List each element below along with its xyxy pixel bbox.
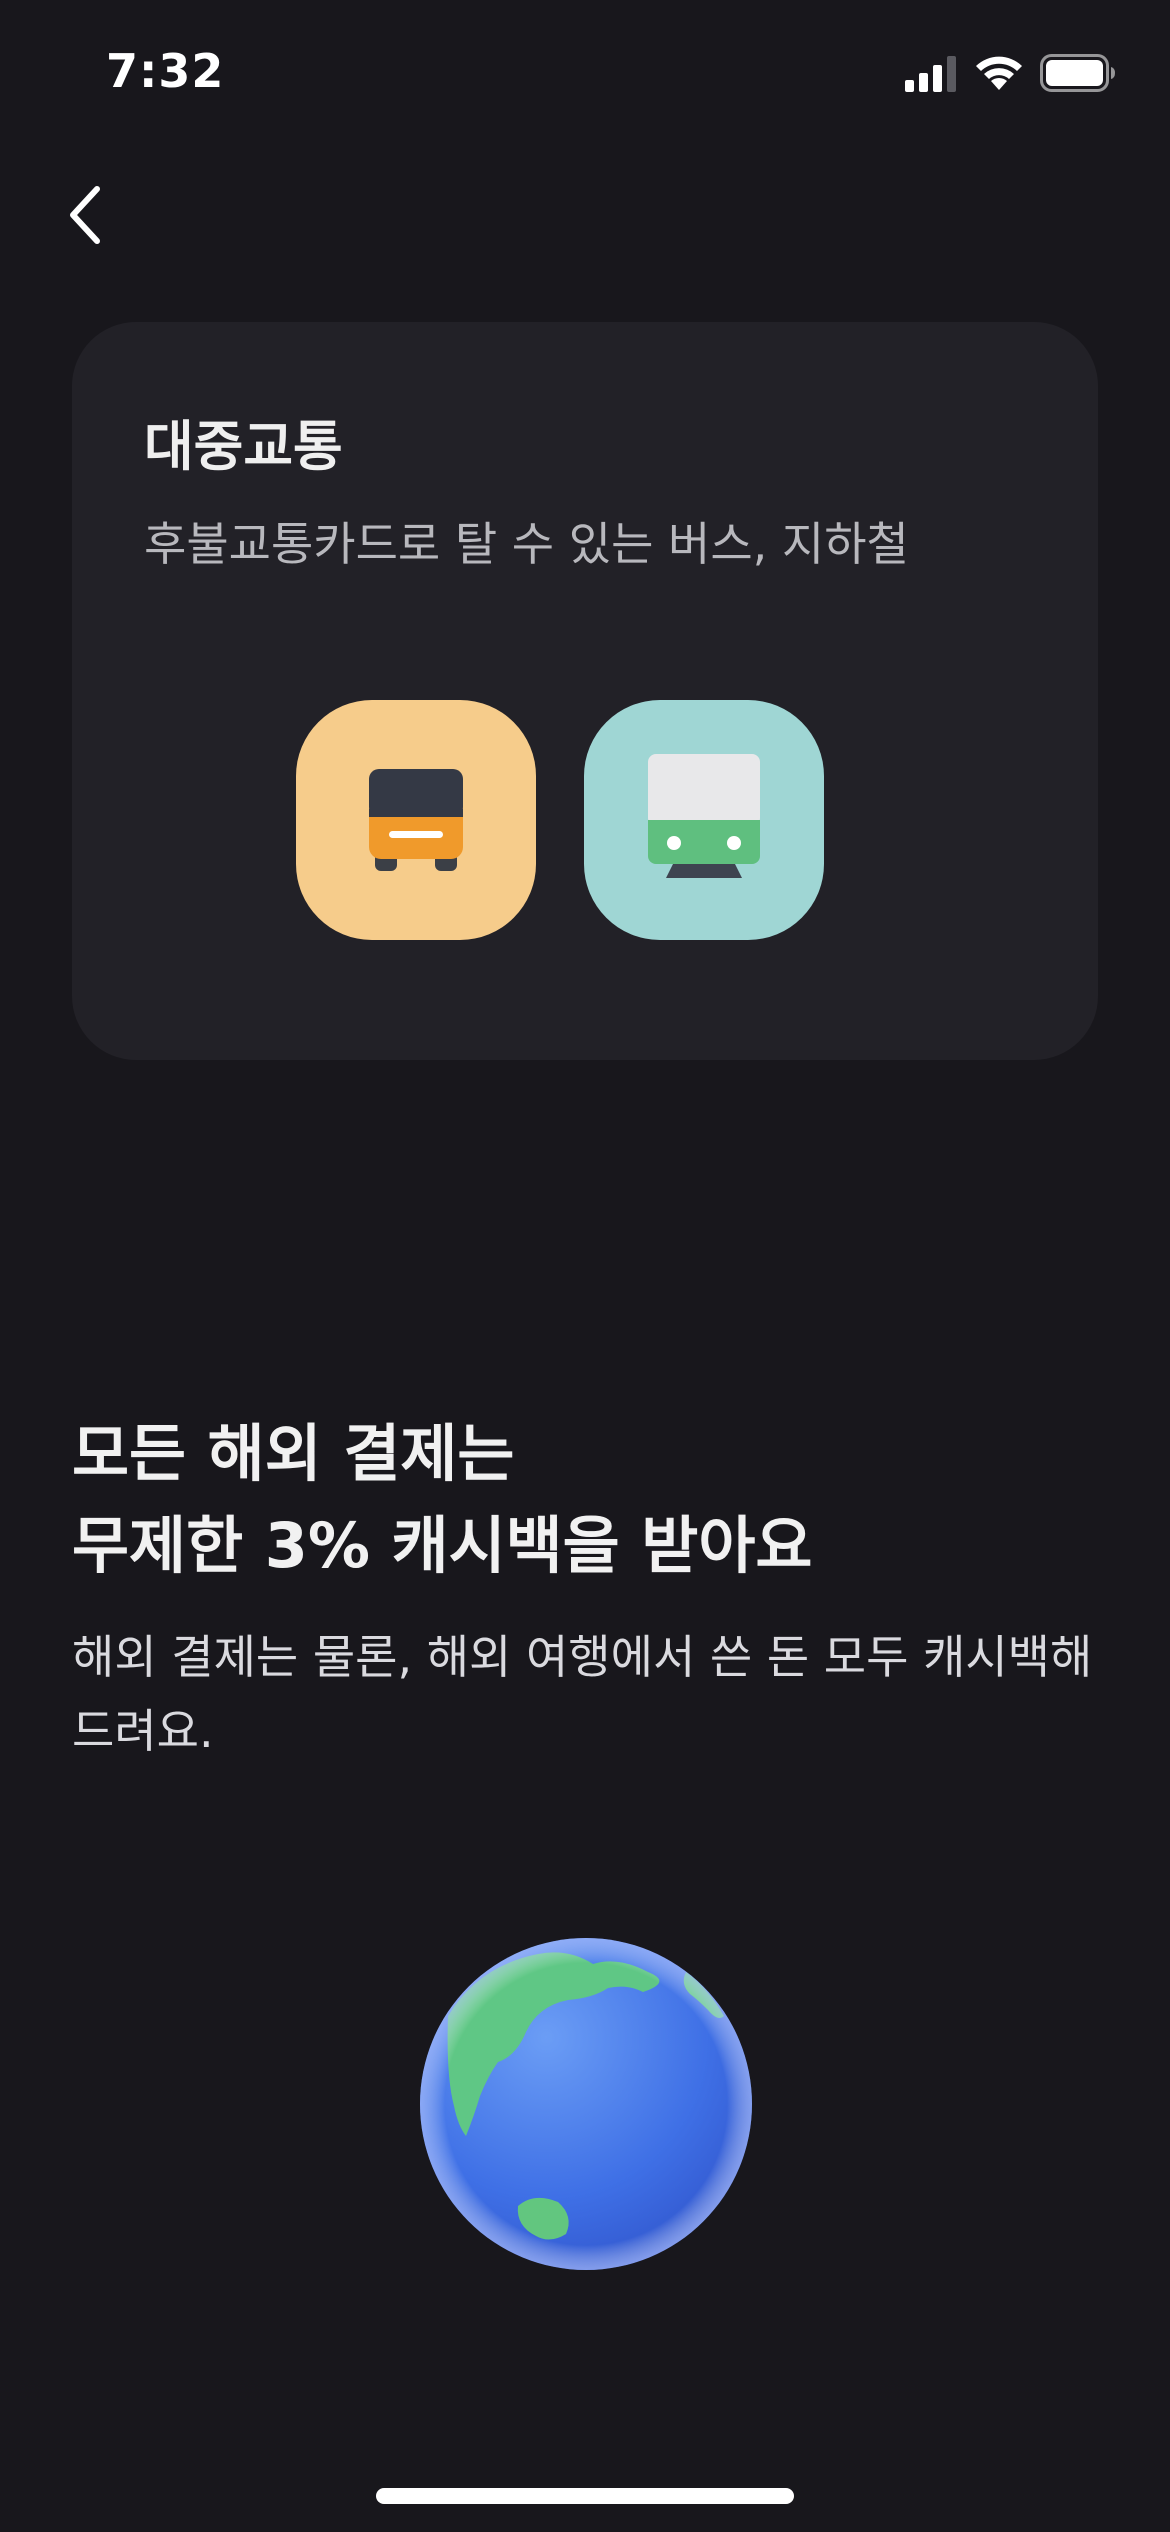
subway-icon xyxy=(648,754,760,878)
bus-tile xyxy=(296,700,536,940)
globe-icon xyxy=(420,1938,752,2270)
battery-icon xyxy=(1040,54,1115,92)
subway-tile xyxy=(584,700,824,940)
transit-card: 대중교통 후불교통카드로 탈 수 있는 버스, 지하철 xyxy=(72,322,1098,1060)
signal-icon xyxy=(905,56,956,92)
cashback-heading-line1: 모든 해외 결제는 xyxy=(72,1417,515,1490)
status-bar: 7:32 xyxy=(0,0,1170,150)
wifi-icon xyxy=(976,56,1022,90)
card-description: 후불교통카드로 탈 수 있는 버스, 지하철 xyxy=(144,517,909,571)
bus-icon xyxy=(369,769,463,871)
card-title: 대중교통 xyxy=(144,415,343,478)
back-button[interactable] xyxy=(40,170,130,260)
cashback-heading: 모든 해외 결제는 무제한 3% 캐시백을 받아요 xyxy=(72,1408,812,1592)
cashback-description: 해외 결제는 물론, 해외 여행에서 쓴 돈 모두 캐시백해 드려요. xyxy=(72,1630,1093,1758)
chevron-left-icon xyxy=(70,186,100,244)
home-indicator[interactable] xyxy=(376,2488,794,2504)
status-time: 7:32 xyxy=(106,44,225,98)
cashback-heading-line2: 무제한 3% 캐시백을 받아요 xyxy=(72,1509,813,1582)
screen: 7:32 대중교통 후불교통카드로 탈 수 있는 버스, 지하철 모든 해외 결… xyxy=(0,0,1170,2532)
